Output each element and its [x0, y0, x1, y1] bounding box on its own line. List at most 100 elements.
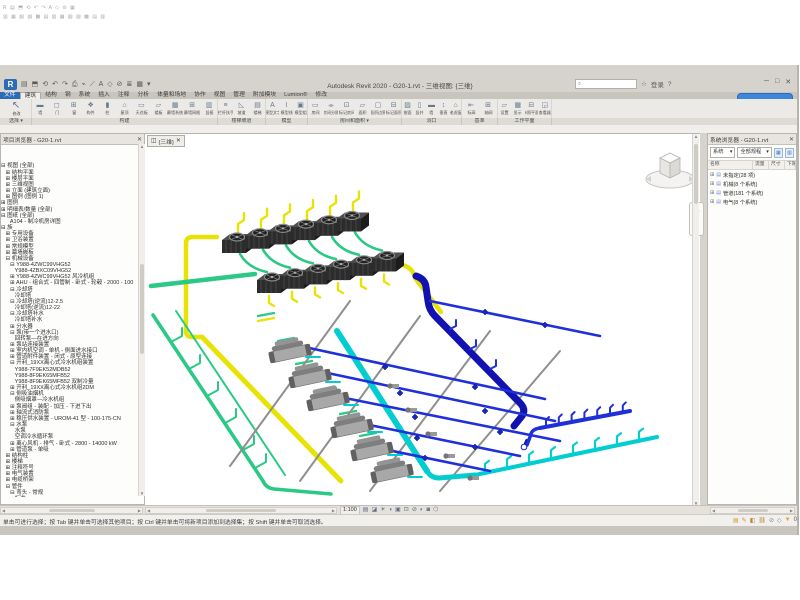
project-browser-hscrollbar[interactable]: ◀▶	[0, 507, 143, 514]
measure-icon[interactable]: ⌁	[81, 80, 85, 89]
ribbon-button[interactable]: ⊟参照平面	[525, 102, 538, 115]
ribbon-button[interactable]: ◺坡道	[234, 102, 249, 115]
search-input[interactable]: ⌕	[575, 79, 637, 89]
ribbon-button[interactable]: ⌯房间分隔	[324, 102, 339, 115]
print-icon[interactable]: ⎙	[72, 80, 78, 89]
ribbon-button[interactable]: ▮柱	[100, 102, 116, 115]
ribbon-button[interactable]: ⊡标记房间	[339, 102, 354, 115]
ribbon-button[interactable]: ▭天花板	[133, 102, 149, 115]
press-drag-icon[interactable]: ◇	[777, 517, 782, 524]
redo-icon[interactable]: ↷	[62, 80, 68, 89]
canvas-vscrollbar[interactable]: ▲▼	[692, 134, 699, 506]
link-icon[interactable]: ⛓	[758, 517, 766, 524]
system-filter-select[interactable]: 系统▾	[710, 147, 735, 158]
ribbon-button[interactable]: ⌂老虎窗	[450, 102, 461, 115]
ribbon-button[interactable]: ▦幕墙系统	[167, 102, 183, 115]
ribbon-button[interactable]: ▱面积	[355, 102, 370, 115]
exclude-options-icon[interactable]: ⊘	[769, 517, 774, 524]
design-options-icon[interactable]: ◧	[750, 517, 756, 524]
aligned-dimension-icon[interactable]: ⟋	[90, 80, 95, 89]
ribbon-button[interactable]: ▢面积边界	[371, 102, 386, 115]
ribbon-group-datum: ⇤标高⊞轴网	[462, 99, 498, 118]
open-file-icon[interactable]: ▤	[21, 80, 28, 89]
panel-label-room-area[interactable]: 房间和面积 ▾	[308, 118, 402, 125]
column-header[interactable]: 名称	[708, 161, 753, 169]
discipline-filter-select[interactable]: 全部规程▾	[737, 147, 771, 158]
text-icon[interactable]: A	[99, 80, 104, 89]
column-header[interactable]: 尺寸	[769, 161, 785, 169]
ribbon-button[interactable]: ◻门	[49, 102, 65, 115]
ribbon-button[interactable]: ⊟标记面积	[386, 102, 401, 115]
view-tab-close-icon[interactable]: ✕	[176, 138, 181, 144]
tree-item[interactable]: ⊞ AHU - 组合式 - 四管制 - 卧式 - 轮毂 - 2000 - 100	[1, 280, 138, 286]
section-icon[interactable]: ⊘	[117, 80, 123, 89]
ribbon-group-stairs: ≡栏杆扶手◺坡道▤楼梯	[218, 99, 266, 118]
worksets-icon[interactable]: ▤	[733, 517, 739, 524]
column-header[interactable]: 流量	[753, 161, 769, 169]
sign-in-button[interactable]: 登录	[651, 79, 664, 89]
system-browser-header[interactable]: 系统浏览器 - G20-1.rvt ✕	[708, 134, 796, 145]
ribbon-button[interactable]: ⊞窗	[66, 102, 82, 115]
undo-icon[interactable]: ↶	[52, 80, 58, 89]
ribbon-button[interactable]: ⌂屋顶	[117, 102, 133, 115]
close-icon[interactable]: ✕	[789, 136, 794, 143]
system-browser-panel: 系统浏览器 - G20-1.rvt ✕ 系统▾ 全部规程▾ ▦ ▥ 名称 流量 …	[707, 133, 797, 505]
ribbon-button[interactable]: ▯竖井	[414, 102, 425, 115]
ribbon-button[interactable]: ≡栏杆扶手	[218, 102, 233, 115]
system-browser-hscrollbar[interactable]: ◀▶	[710, 507, 795, 514]
save-icon[interactable]: ⬒	[32, 80, 39, 89]
switch-windows-icon[interactable]: ▦	[136, 80, 143, 89]
ribbon-button[interactable]: ◲查看器	[539, 102, 552, 115]
view-tab[interactable]: ◫ {三维} ✕	[147, 135, 185, 147]
ribbon-button[interactable]: ❖构件	[83, 102, 99, 115]
close-icon[interactable]: ✕	[137, 136, 142, 143]
modify-button[interactable]: ↖修改	[8, 100, 24, 116]
editable-only-icon[interactable]: ✎	[742, 517, 747, 524]
filter-icon[interactable]: ▼	[785, 517, 791, 524]
ribbon-button[interactable]: ⊞轴网	[480, 102, 496, 115]
ribbon-button[interactable]: ▭房间	[308, 102, 323, 115]
canvas-hscrollbar[interactable]: ◀▶	[145, 507, 337, 514]
system-row[interactable]: ⊞ ▤ 管道(181 个系统)	[708, 188, 796, 197]
ribbon-button[interactable]: ▤楼梯	[250, 102, 265, 115]
chiller-units[interactable]	[267, 335, 414, 483]
help-icon[interactable]: ?	[668, 81, 672, 88]
customize-qat-icon[interactable]: ▾	[147, 80, 151, 89]
default-3d-view-icon[interactable]: ◇	[107, 80, 112, 89]
minimize-button[interactable]: ─	[764, 78, 769, 86]
ribbon-button[interactable]: ⊞幕墙网格	[184, 102, 200, 115]
viewcube[interactable]	[643, 148, 697, 198]
ribbon-button[interactable]: ⌇模型线	[280, 102, 293, 115]
autofit-columns-icon[interactable]: ▦	[774, 148, 783, 158]
column-settings-icon[interactable]: ▥	[785, 148, 794, 158]
3d-model-view[interactable]	[145, 134, 700, 506]
tree-item[interactable]: 标准	[1, 496, 138, 497]
ribbon-button[interactable]: A模型文字	[266, 102, 279, 115]
panel-label-select[interactable]: 选择 ▾	[1, 118, 32, 125]
ribbon-button[interactable]: ▬墙	[426, 102, 437, 115]
ribbon-button[interactable]: ▨按面	[402, 102, 413, 115]
system-row[interactable]: ⊞ ▤ 机械(8 个系统)	[708, 179, 796, 188]
ribbon-button[interactable]: ⇤标高	[463, 102, 479, 115]
ribbon-button[interactable]: ↕垂直	[438, 102, 449, 115]
star-icon[interactable]: ☆	[641, 80, 647, 88]
revit-logo-icon[interactable]: R	[4, 79, 17, 90]
maximize-button[interactable]: □	[775, 78, 779, 86]
ribbon-button[interactable]: ▣模型组	[294, 102, 307, 115]
ribbon-button[interactable]: ▱楼板	[150, 102, 166, 115]
drawing-area[interactable]: ◫ {三维} ✕	[145, 133, 700, 505]
ribbon-button[interactable]: ▦显示	[512, 102, 525, 115]
ribbon-button[interactable]: ▬墙	[32, 102, 48, 115]
system-row[interactable]: ⊞ ▤ 未指定(28 项)	[708, 170, 796, 179]
project-browser-vscrollbar[interactable]: ▲▼	[138, 144, 145, 496]
project-browser-tree[interactable]: ⊟ 视图 (全部) ⊞ 结构平面 ⊞ 楼层平面 ⊞ 三维视图 ⊞ 立面 (建筑立…	[1, 144, 138, 497]
ribbon-button[interactable]: ▥竖梃	[201, 102, 217, 115]
ribbon-button[interactable]: ▱设置	[498, 102, 511, 115]
close-button[interactable]: ✕	[785, 78, 791, 86]
column-header[interactable]: 下限高程	[785, 161, 796, 169]
selection-count-icon[interactable]: 0	[794, 517, 797, 524]
thin-lines-icon[interactable]: ≣	[127, 80, 133, 89]
pipe-chilled-supply-blue[interactable]	[300, 301, 630, 471]
system-row[interactable]: ⊞ ▤ 电气(8 个系统)	[708, 197, 796, 206]
sync-icon[interactable]: ⟲	[42, 80, 48, 89]
